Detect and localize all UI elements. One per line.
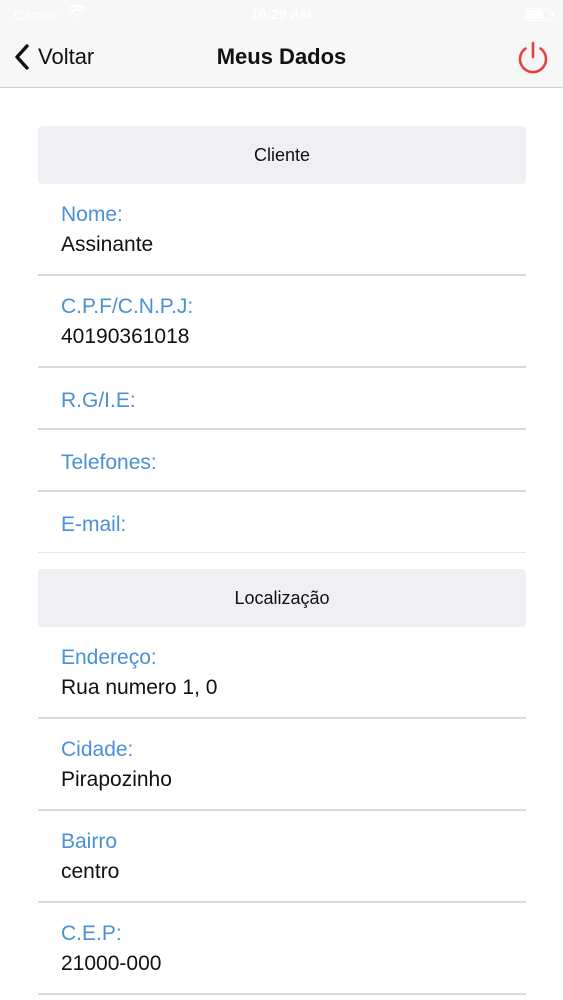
field-nome: Nome: Assinante bbox=[38, 184, 526, 276]
field-label: Cidade: bbox=[61, 738, 134, 761]
field-label: Telefones: bbox=[61, 451, 157, 474]
field-rg-ie: R.G/I.E: bbox=[38, 368, 526, 430]
field-value: Assinante bbox=[61, 233, 154, 256]
field-telefones: Telefones: bbox=[38, 430, 526, 492]
field-cep: C.E.P: 21000-000 bbox=[38, 903, 526, 995]
page-title: Meus Dados bbox=[216, 44, 347, 69]
field-label: E-mail: bbox=[61, 513, 127, 536]
status-time: 10:29 AM bbox=[251, 6, 312, 22]
field-label: R.G/I.E: bbox=[61, 389, 136, 412]
field-value: 40190361018 bbox=[61, 325, 190, 348]
field-bairro: Bairro centro bbox=[38, 811, 526, 903]
section-header-cliente: Cliente bbox=[38, 126, 526, 184]
field-endereco: Endereço: Rua numero 1, 0 bbox=[38, 627, 526, 719]
field-label: Nome: bbox=[61, 203, 123, 226]
field-label: Endereço: bbox=[61, 646, 157, 669]
field-value: Pirapozinho bbox=[61, 768, 172, 791]
field-value: Rua numero 1, 0 bbox=[61, 676, 218, 699]
field-email: E-mail: bbox=[38, 492, 526, 553]
status-bar: Carrier 10:29 AM bbox=[0, 0, 563, 30]
battery-icon bbox=[525, 8, 554, 21]
profile-content: Cliente Nome: Assinante C.P.F/C.N.P.J: 4… bbox=[38, 126, 526, 995]
field-value: centro bbox=[61, 860, 120, 883]
field-label: C.E.P: bbox=[61, 922, 122, 945]
field-cpf-cnpj: C.P.F/C.N.P.J: 40190361018 bbox=[38, 276, 526, 368]
section-header-localizacao: Localização bbox=[38, 569, 526, 627]
field-label: C.P.F/C.N.P.J: bbox=[61, 295, 194, 318]
power-icon bbox=[518, 41, 548, 74]
logout-button[interactable] bbox=[514, 39, 552, 77]
navigation-bar: Voltar Meus Dados bbox=[0, 30, 563, 88]
field-value: 21000-000 bbox=[61, 952, 162, 975]
field-label: Bairro bbox=[61, 830, 118, 853]
field-cidade: Cidade: Pirapozinho bbox=[38, 719, 526, 811]
